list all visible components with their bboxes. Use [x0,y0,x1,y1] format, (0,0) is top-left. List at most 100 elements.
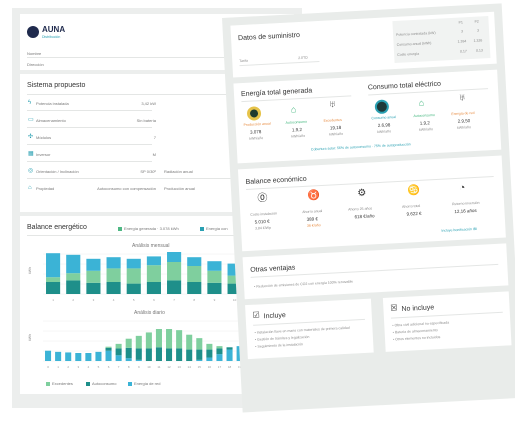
bar-excedentes-14 [186,334,193,350]
row-value: Sin batería [136,118,156,123]
bar-autoconsumo-5 [126,283,141,294]
x-tick-label: 9 [214,298,216,302]
legend-bottom-item: Energía de red [128,381,160,386]
x-tick-label: 17 [218,365,222,369]
selfconsumption-cons-icon: ⌂ [418,97,425,108]
bar-energ-a-de-red-6 [105,350,112,361]
x-tick-label: 12 [167,365,171,369]
bar-autoconsumo-11 [155,347,162,361]
ventajas-title: Otras ventajas [250,264,296,274]
bar-excedentes-13 [176,330,183,349]
bar-energ-a-de-red-2 [66,254,81,274]
bar-energ-a-de-red-4 [106,257,121,269]
grid-tower-cons-icon: ♅ [458,92,467,104]
bar-excedentes-9 [135,335,142,349]
tarifa-value: 2.0TD [298,55,308,61]
consumo-title: Consumo total eléctrico [367,80,442,92]
legend-bottom-item: Autoconsumo [86,381,116,386]
x-tick-label: 15 [198,365,202,369]
x-tick-label: 1 [57,365,59,369]
row-value: M [152,152,156,157]
bar-energ-a-de-red-3 [86,258,101,271]
x-tick-label: 16 [208,365,212,369]
x-tick-label: 0 [47,365,49,369]
bar-excedentes-6 [146,265,161,282]
bolt-icon: ϟ [28,100,32,106]
x-tick-label: 5 [98,365,100,369]
bar-energ-a-de-red-8 [187,257,202,266]
bar-autoconsumo-3 [86,282,101,294]
row-value: 7 [153,135,156,140]
bar-excedentes-17 [216,346,223,349]
production-icon [246,106,262,121]
brand-name: AUNA [42,25,66,34]
bar-excedentes-7 [115,343,122,349]
bar-excedentes-15 [196,338,203,350]
x-tick-label: 18 [228,365,232,369]
inverter-icon: ▦ [28,151,34,157]
side-row-label: Producción anual [164,186,195,191]
legend-top-item: Energía generada · 3.078 kWh [118,226,179,231]
bar-autoconsumo-17 [216,348,223,355]
x-tick-label: 4 [113,298,115,302]
bar-excedentes-5 [126,268,141,284]
bar-energ-a-de-red-5 [126,258,141,269]
bar-energ-a-de-red-16 [206,357,213,361]
pie-chart-icon: ◔ [458,182,466,194]
field-label-name: Nombre [27,51,42,56]
row-value: Autoconsumo con compensación [97,186,156,191]
energia-generada-title: Energía total generada [240,87,313,99]
bar-autoconsumo-16 [206,349,213,358]
cross-list-icon: ☒ [390,303,398,313]
panel-icon: ▭ [28,117,34,123]
bar-excedentes-7 [167,262,182,281]
ventajas-text: • Reducción de emisiones de CO2 con ener… [254,279,354,289]
x-tick-label: 4 [88,365,90,369]
row-label: Módulos [36,135,52,140]
balance-economico-card: Balance económico ⓪ Coste instalación 5.… [237,155,506,252]
x-tick-label: 13 [177,365,181,369]
monthly-chart-title: Análisis mensual [132,243,170,249]
no-incluye-title: No incluye [401,304,435,314]
bar-energ-a-de-red-4 [85,353,92,361]
bar-energ-a-de-red-7 [167,252,182,262]
x-tick-label: 11 [157,365,160,369]
savings-icon: ♋ [407,184,421,197]
x-tick-label: 1 [52,298,54,302]
bar-autoconsumo-7 [167,280,182,294]
bar-energ-a-de-red-0 [45,350,52,361]
bar-excedentes-3 [86,270,101,283]
bar-energ-a-de-red-6 [146,256,161,266]
legend-top-item: Energía con [200,226,228,231]
bar-excedentes-8 [125,338,132,348]
x-tick-label: 2 [72,298,74,302]
x-tick-label: 9 [138,365,140,369]
orientation-icon: ◎ [28,168,34,174]
bar-energ-a-de-red-7 [115,355,122,361]
row-value: SP 0/30º [140,169,156,174]
balance-economico-title: Balance económico [245,175,307,186]
y-axis-label: kWh [28,267,32,274]
suministro-title: Datos de suministro [237,31,301,43]
bar-excedentes-11 [155,329,162,348]
x-tick-label: 7 [173,298,175,302]
bar-excedentes-8 [187,266,202,282]
bar-excedentes-16 [206,343,213,350]
proposal-page-front: Datos de suministro Tarifa 2.0TD P1 P2 P… [222,3,515,413]
bar-excedentes-12 [166,329,173,349]
x-tick-label: 14 [188,365,192,369]
bar-excedentes-2 [66,273,81,281]
bar-excedentes-9 [207,270,222,283]
bar-energ-a-de-red-9 [135,359,142,361]
x-tick-label: 3 [77,365,79,369]
econ-note: Incluye bonificación IBI [441,226,478,233]
check-list-icon: ☑ [252,310,260,320]
bar-autoconsumo-9 [135,348,142,360]
x-tick-label: 2 [67,365,69,369]
x-tick-label: 6 [108,365,110,369]
owner-icon: ⌂ [28,185,32,191]
suministro-card: Datos de suministro Tarifa 2.0TD P1 P2 P… [230,11,497,78]
bar-autoconsumo-4 [106,282,121,294]
x-tick-label: 5 [133,298,135,302]
brand-subtitle: Distribución [42,35,61,39]
